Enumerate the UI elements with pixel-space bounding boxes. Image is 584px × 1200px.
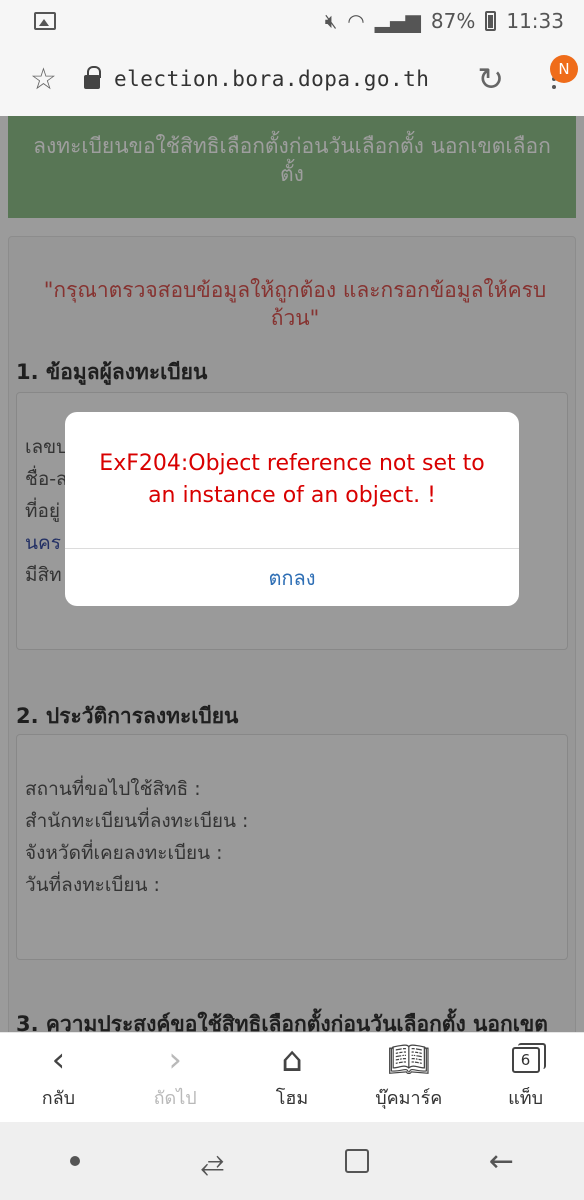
signal-icon: ▂▄▆ [374,9,421,33]
nav-forward[interactable]: › ถัดไป [117,1033,234,1122]
tabs-icon: 6 [511,1043,546,1073]
url-field[interactable]: election.bora.dopa.go.th [114,67,477,91]
system-nav-bar: ⥄ ← [0,1122,584,1200]
status-bar: 🔇︎ ◠ ▂▄▆ 87% 11:33 [0,0,584,42]
assistant-dot-icon[interactable] [70,1156,81,1166]
error-dialog: ExF204:Object reference not set to an in… [65,412,519,606]
image-icon [34,12,56,30]
forward-arrow-icon: › [168,1040,182,1080]
reload-icon[interactable]: ↻ [477,60,504,98]
home-square-icon[interactable] [344,1149,369,1173]
home-icon: ⌂ [281,1040,303,1080]
bookmark-star-icon[interactable]: ☆ [30,62,70,97]
battery-icon [485,11,497,31]
overflow-menu-button[interactable]: N [544,55,578,97]
error-message: ExF204:Object reference not set to an in… [99,451,485,508]
nav-tabs[interactable]: 6 แท็บ [467,1033,584,1122]
wifi-icon: ◠ [347,9,365,33]
notification-badge: N [550,55,578,83]
book-icon: 📖︎ [387,1040,431,1080]
clock: 11:33 [506,9,564,33]
ok-button[interactable]: ตกลง [65,549,519,606]
system-back-icon[interactable]: ← [489,1144,514,1179]
back-arrow-icon: ‹ [51,1040,66,1080]
nav-home[interactable]: ⌂ โฮม [234,1033,351,1122]
nav-bookmarks[interactable]: 📖︎ บุ๊คมาร์ค [350,1033,467,1122]
browser-bottom-nav: ‹ กลับ › ถัดไป ⌂ โฮม 📖︎ บุ๊คมาร์ค 6 แท็บ [0,1032,584,1122]
recents-icon[interactable]: ⥄ [200,1144,224,1179]
nav-back[interactable]: ‹ กลับ [0,1033,117,1122]
mute-icon: 🔇︎ [324,9,338,33]
browser-address-bar: ☆ election.bora.dopa.go.th ↻ N [0,42,584,116]
lock-icon[interactable] [84,66,101,89]
battery-percent: 87% [430,9,476,33]
